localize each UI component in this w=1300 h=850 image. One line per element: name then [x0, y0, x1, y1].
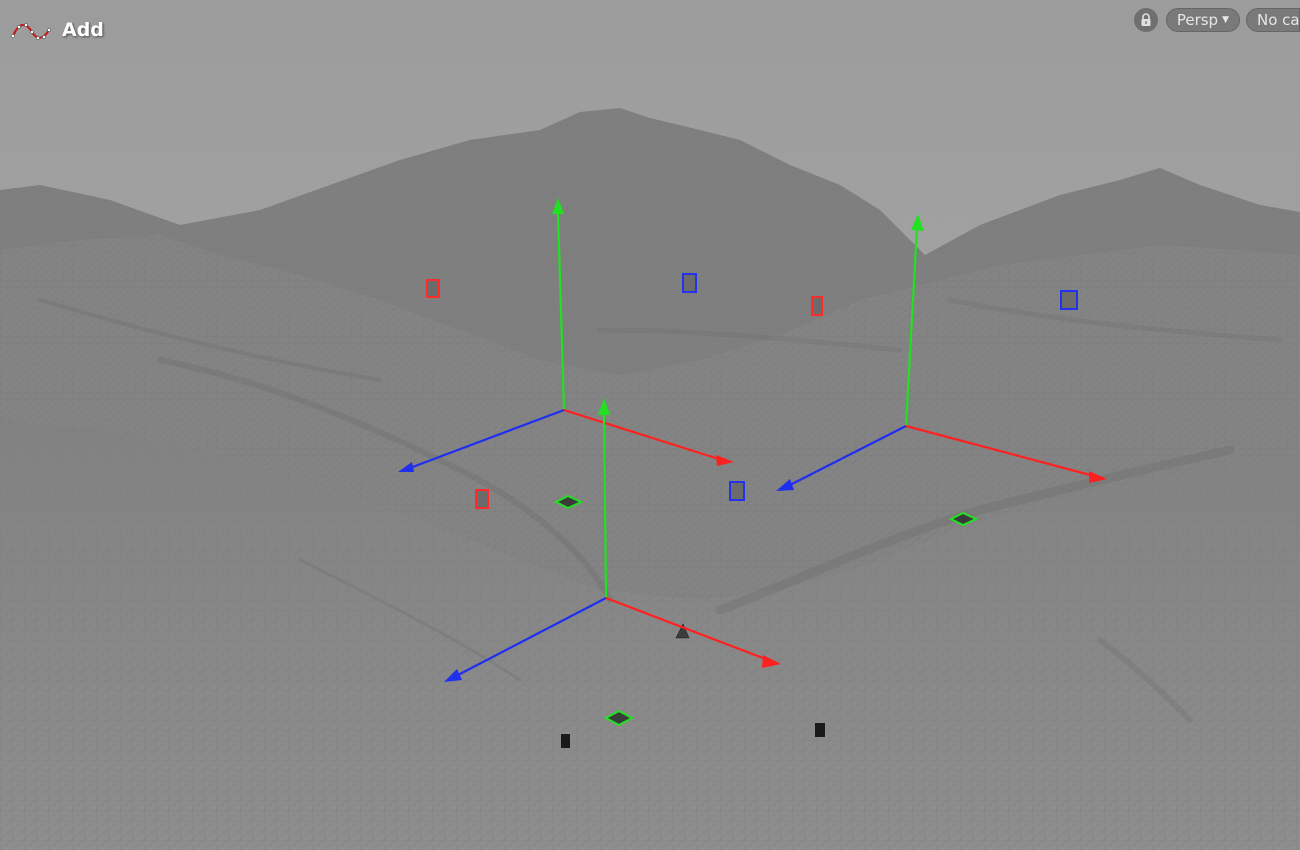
- camera-lock-button[interactable]: [1133, 8, 1158, 32]
- marker-red[interactable]: [475, 489, 489, 509]
- viewport-controls: Persp ▼ No ca: [1133, 7, 1300, 33]
- curve-tool-icon: [11, 23, 51, 40]
- view-menu-button[interactable]: Persp ▼: [1165, 8, 1240, 32]
- tool-label: Add: [62, 19, 104, 41]
- chevron-down-icon: ▼: [1222, 15, 1229, 25]
- marker-blue[interactable]: [1060, 290, 1078, 310]
- camera-menu-button[interactable]: No ca: [1246, 8, 1300, 32]
- marker-blue[interactable]: [682, 273, 697, 293]
- marker-blue[interactable]: [729, 481, 745, 501]
- marker-black[interactable]: [815, 723, 825, 737]
- view-label: Persp: [1176, 11, 1219, 29]
- lock-icon: [1141, 13, 1151, 26]
- marker-black[interactable]: [561, 734, 570, 748]
- tool-indicator: Add: [10, 14, 104, 46]
- marker-red[interactable]: [426, 279, 440, 298]
- scene-canvas[interactable]: [0, 0, 1300, 850]
- 3d-viewport[interactable]: [0, 0, 1300, 850]
- camera-label: No ca: [1257, 11, 1300, 29]
- marker-red[interactable]: [811, 296, 823, 316]
